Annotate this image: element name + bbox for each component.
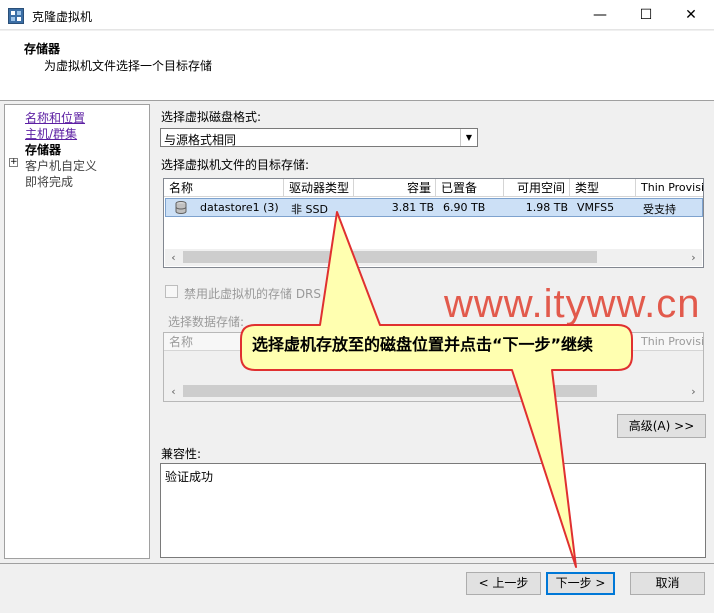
nav-item-ready-to-complete: 即将完成 [25,175,74,189]
target-storage-label: 选择虚拟机文件的目标存储: [161,158,310,172]
scroll-right-icon[interactable]: › [685,249,702,266]
cell-thin-provisioning: 受支持 [643,203,676,216]
watermark: www.ityww.cn [444,282,701,326]
footer-divider [0,563,714,564]
cell-drive-type: 非 SSD [291,203,328,216]
wizard-steps-nav: 名称和位置 主机/群集 存储器 + 客户机自定义 即将完成 [4,104,150,559]
select-datastore-label: 选择数据存储: [168,315,245,329]
datastore-icon [175,201,187,214]
scrollbar-thumb[interactable] [183,251,597,263]
title-bar: 克隆虚拟机 — ☐ ✕ [0,0,714,30]
disable-storage-drs-label: 禁用此虚拟机的存储 DRS [184,287,322,301]
horizontal-scrollbar[interactable]: ‹ › [165,383,702,400]
compatibility-status: 验证成功 [165,470,214,484]
scroll-right-icon[interactable]: › [685,383,702,400]
disk-format-select[interactable]: 与源格式相同 ▼ [160,128,478,147]
cell-capacity: 3.81 TB [391,201,434,214]
advanced-button[interactable]: 高级(A) >> [617,414,706,438]
vsphere-app-icon [8,8,24,24]
horizontal-scrollbar[interactable]: ‹ › [165,249,702,266]
page-subtitle: 为虚拟机文件选择一个目标存储 [44,59,213,73]
table-header: 名称 驱动器类型 容量 已置备 可用空间 类型 Thin Provisio [164,179,703,197]
compatibility-label: 兼容性: [161,447,202,461]
back-button[interactable]: < 上一步 [466,572,541,595]
column-header-free-space[interactable]: 可用空间 [504,179,570,197]
wizard-header: 存储器 为虚拟机文件选择一个目标存储 [0,31,714,101]
column-header-thin-provisioning[interactable]: Thin Provisio [636,179,703,197]
cell-free-space: 1.98 TB [525,201,568,214]
column-header-drive-type[interactable]: 驱动器类型 [284,179,354,197]
cancel-button[interactable]: 取消 [630,572,705,595]
minimize-button[interactable]: — [577,0,623,30]
maximize-button[interactable]: ☐ [623,0,669,30]
scroll-left-icon[interactable]: ‹ [165,249,182,266]
nav-item-name-location[interactable]: 名称和位置 [25,109,85,126]
annotation-callout-text: 选择虚机存放至的磁盘位置并点击“下一步”继续 [252,335,594,354]
disable-storage-drs-checkbox[interactable] [165,285,178,298]
column-header-type[interactable]: 类型 [570,179,636,197]
disk-format-value: 与源格式相同 [164,133,237,147]
scrollbar-thumb[interactable] [183,385,597,397]
expand-icon[interactable]: + [9,158,18,167]
cell-name: datastore1 (3) [200,201,279,214]
column-header-name[interactable]: 名称 [164,179,284,197]
nav-item-storage: 存储器 [25,143,62,157]
next-button[interactable]: 下一步 > [546,572,615,595]
column-header-capacity[interactable]: 容量 [354,179,436,197]
column-header-thin-provisioning: Thin Provision [641,335,703,348]
datastore-table: 名称 驱动器类型 容量 已置备 可用空间 类型 Thin Provisio da… [163,178,704,268]
compatibility-box: 验证成功 [160,463,706,558]
window-title: 克隆虚拟机 [32,10,93,24]
cell-type: VMFS5 [577,201,615,214]
page-title: 存储器 [24,42,61,56]
cell-provisioned: 6.90 TB [443,201,486,214]
close-button[interactable]: ✕ [668,0,714,30]
disk-format-label: 选择虚拟磁盘格式: [161,110,262,124]
scroll-left-icon[interactable]: ‹ [165,383,182,400]
nav-item-host-cluster[interactable]: 主机/群集 [25,125,77,142]
chevron-down-icon[interactable]: ▼ [460,129,477,146]
nav-item-guest-customization: 客户机自定义 [25,159,98,173]
column-header-provisioned[interactable]: 已置备 [436,179,504,197]
table-row[interactable]: datastore1 (3) 非 SSD 3.81 TB 6.90 TB 1.9… [165,198,703,217]
